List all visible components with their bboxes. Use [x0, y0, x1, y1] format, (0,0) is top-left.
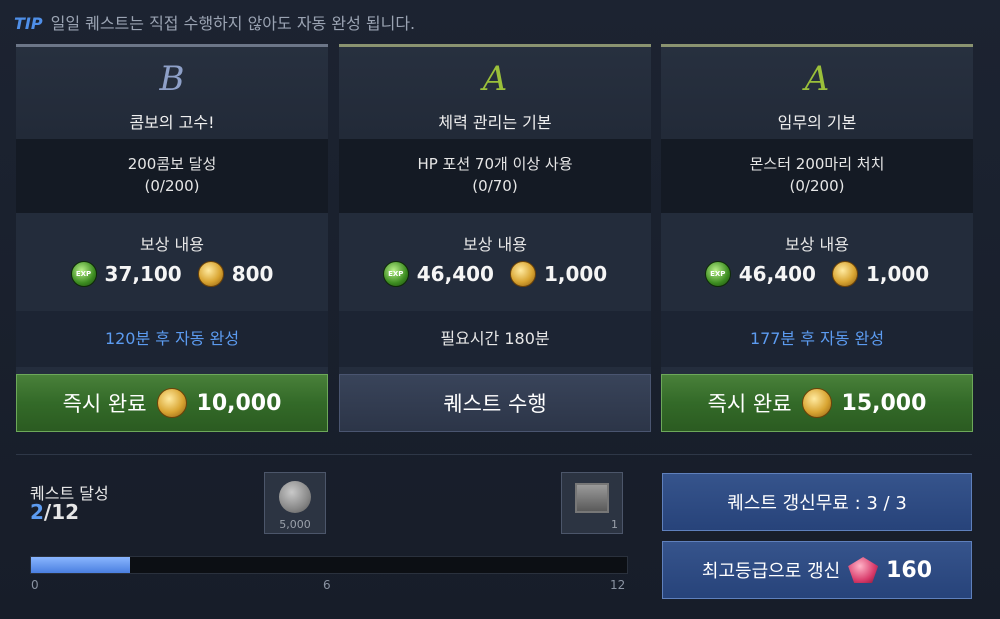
condition-progress: (0/70) [472, 177, 518, 195]
quest-achievement-count: 2/12 [30, 500, 79, 524]
condition-text: 200콤보 달성 [127, 155, 217, 173]
milestone-reward-coin[interactable]: 5,000 [264, 472, 326, 534]
reward-label: 보상 내용 [463, 235, 527, 254]
treasure-chest-icon [575, 483, 609, 513]
quest-title: 체력 관리는 기본 [438, 113, 552, 132]
exp-amount: 46,400 [738, 262, 816, 286]
quest-grade: A [804, 59, 830, 99]
milestone-reward-chest[interactable]: 1 [561, 472, 623, 534]
instant-complete-button[interactable]: 즉시 완료 15,000 [661, 374, 973, 432]
gold-amount: 1,000 [543, 262, 608, 286]
quest-status: 177분 후 자동 완성 [661, 311, 973, 367]
top-grade-refresh-cost: 160 [886, 557, 933, 583]
gold-coin-icon [197, 261, 224, 287]
gold-coin-icon [509, 261, 536, 287]
gold-amount: 800 [231, 262, 274, 286]
quest-condition: HP 포션 70개 이상 사용 (0/70) [339, 139, 651, 213]
quest-card-1: B 콤보의 고수! 200콤보 달성 (0/200) 보상 내용 EXP 37,… [16, 44, 328, 432]
tip-tag: TIP [14, 14, 43, 33]
quest-card-2: A 체력 관리는 기본 HP 포션 70개 이상 사용 (0/70) 보상 내용… [339, 44, 651, 432]
section-divider [16, 454, 972, 455]
quest-grade: B [159, 59, 185, 99]
quest-progress-fill [31, 557, 131, 573]
milestone-reward-count: 1 [611, 518, 618, 531]
condition-text: 몬스터 200마리 처치 [749, 155, 885, 173]
top-grade-refresh-button[interactable]: 최고등급으로 갱신 160 [662, 541, 972, 599]
condition-progress: (0/200) [144, 177, 200, 195]
reward-section: 보상 내용 EXP 37,100 800 [16, 213, 328, 311]
milestone-reward-amount: 5,000 [279, 518, 311, 531]
gold-amount: 1,000 [865, 262, 930, 286]
free-refresh-label: 퀘스트 갱신무료 : 3 / 3 [727, 493, 907, 514]
gold-coin-icon [156, 388, 187, 418]
gold-coin-icon [801, 388, 832, 418]
exp-icon: EXP [704, 261, 731, 287]
exp-icon: EXP [382, 261, 409, 287]
tip-message: 일일 퀘스트는 직접 수행하지 않아도 자동 완성 됩니다. [50, 14, 416, 33]
quest-status: 필요시간 180분 [339, 311, 651, 367]
silver-coin-icon [279, 481, 311, 513]
reward-label: 보상 내용 [785, 235, 849, 254]
quest-condition: 몬스터 200마리 처치 (0/200) [661, 139, 973, 213]
quest-progress-bar [30, 556, 628, 574]
button-label: 즉시 완료 [62, 392, 147, 416]
ruby-gem-icon [848, 557, 879, 583]
button-cost: 10,000 [196, 390, 282, 416]
tip-text: TIP 일일 퀘스트는 직접 수행하지 않아도 자동 완성 됩니다. [14, 10, 415, 34]
progress-tick-12: 12 [610, 578, 626, 592]
quest-title: 콤보의 고수! [129, 113, 215, 132]
quest-count-total: /12 [43, 500, 80, 524]
button-label: 즉시 완료 [707, 392, 792, 416]
exp-amount: 37,100 [104, 262, 182, 286]
quest-card-3: A 임무의 기본 몬스터 200마리 처치 (0/200) 보상 내용 EXP … [661, 44, 973, 432]
progress-tick-0: 0 [31, 578, 39, 592]
condition-progress: (0/200) [789, 177, 845, 195]
gold-coin-icon [831, 261, 858, 287]
quest-count-current: 2 [30, 500, 44, 524]
free-refresh-button[interactable]: 퀘스트 갱신무료 : 3 / 3 [662, 473, 972, 531]
exp-icon: EXP [70, 261, 97, 287]
quest-title: 임무의 기본 [777, 113, 857, 132]
quest-status: 120분 후 자동 완성 [16, 311, 328, 367]
reward-label: 보상 내용 [140, 235, 204, 254]
instant-complete-button[interactable]: 즉시 완료 10,000 [16, 374, 328, 432]
condition-text: HP 포션 70개 이상 사용 [417, 155, 573, 173]
quest-condition: 200콤보 달성 (0/200) [16, 139, 328, 213]
reward-section: 보상 내용 EXP 46,400 1,000 [661, 213, 973, 311]
exp-amount: 46,400 [416, 262, 494, 286]
reward-section: 보상 내용 EXP 46,400 1,000 [339, 213, 651, 311]
progress-tick-6: 6 [323, 578, 331, 592]
perform-quest-button[interactable]: 퀘스트 수행 [339, 374, 651, 432]
button-label: 퀘스트 수행 [443, 392, 547, 416]
quest-grade: A [482, 59, 508, 99]
top-grade-refresh-label: 최고등급으로 갱신 [701, 561, 841, 582]
button-cost: 15,000 [841, 390, 927, 416]
